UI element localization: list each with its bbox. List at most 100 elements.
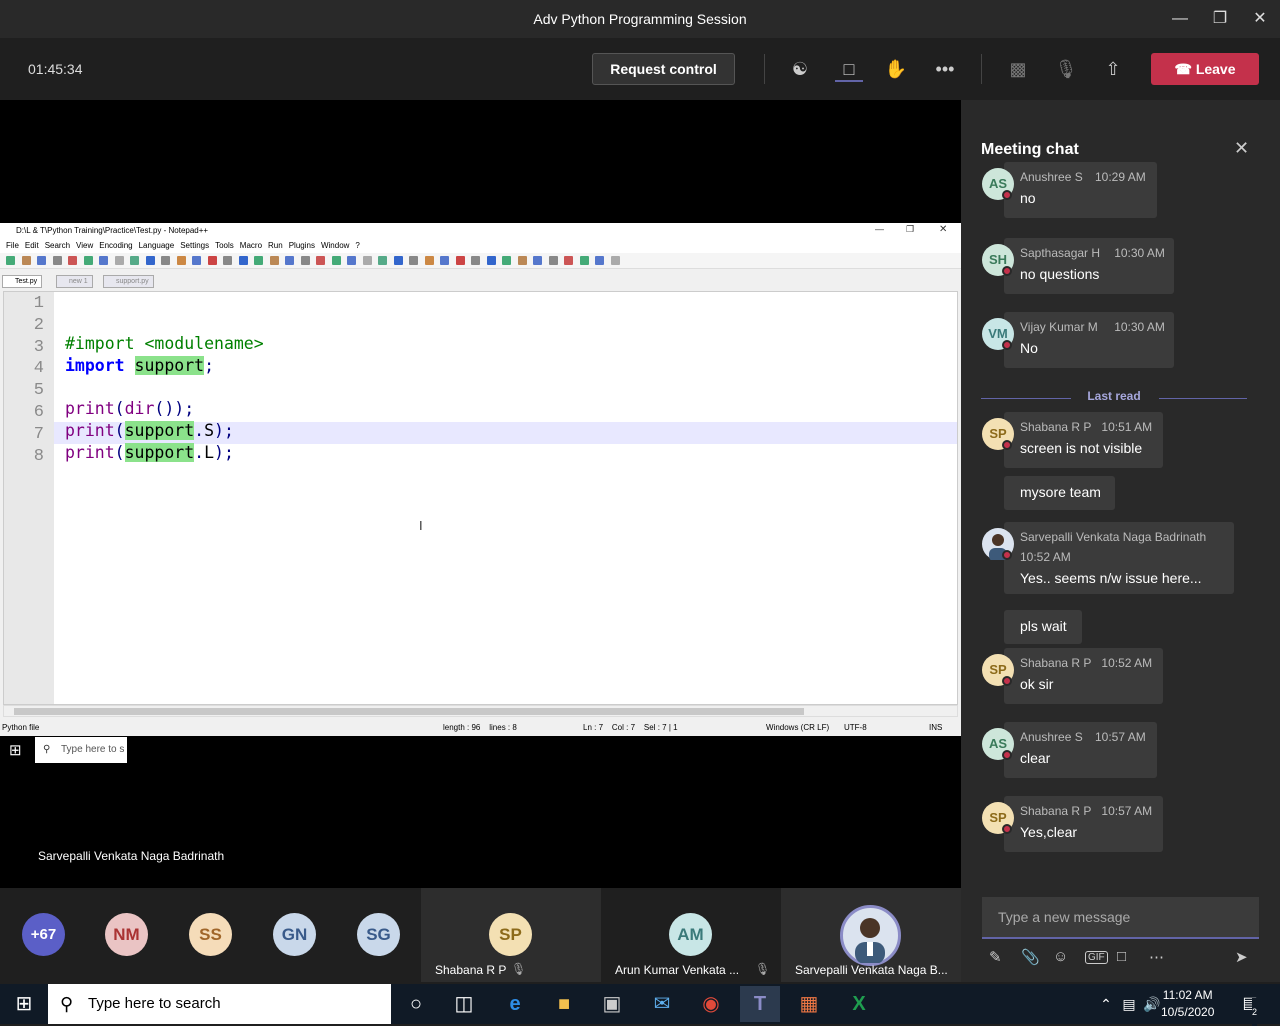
code-editor[interactable]: 1 2345 6 78 #import <modulename> import supp… xyxy=(3,291,958,705)
excel-icon[interactable]: X xyxy=(845,990,873,1018)
menu-item[interactable]: Macro xyxy=(240,241,262,250)
notifications-icon[interactable]: ▤ 2 xyxy=(1236,990,1264,1026)
emoji-icon[interactable]: ☺ xyxy=(1053,948,1068,965)
toolbar-button-icon[interactable] xyxy=(37,256,46,265)
avatar[interactable]: NM xyxy=(105,913,148,956)
toolbar-button-icon[interactable] xyxy=(440,256,449,265)
toolbar-button-icon[interactable] xyxy=(610,256,620,265)
teams-icon[interactable]: T xyxy=(740,986,780,1022)
menu-item[interactable]: Plugins xyxy=(289,241,315,250)
toolbar-button-icon[interactable] xyxy=(238,256,248,265)
toolbar-button-icon[interactable] xyxy=(6,256,15,265)
menu-item[interactable]: View xyxy=(76,241,93,250)
raise-hand-icon[interactable]: ✋ xyxy=(882,56,910,82)
chrome-icon[interactable]: ◉ xyxy=(697,990,725,1018)
tab-support-py[interactable]: support.py xyxy=(103,275,154,288)
toolbar-button-icon[interactable] xyxy=(455,256,465,265)
leave-button[interactable]: ☎ Leave xyxy=(1151,53,1259,85)
message-input[interactable]: Type a new message xyxy=(982,897,1259,939)
menu-item[interactable]: Edit xyxy=(25,241,39,250)
file-explorer-icon[interactable]: ■ xyxy=(550,990,578,1018)
participant-card[interactable]: SP Shabana R P 🎙 xyxy=(421,888,601,982)
cortana-icon[interactable]: ○ xyxy=(402,990,430,1018)
taskbar-clock[interactable]: 11:02 AM 10/5/2020 xyxy=(1161,987,1214,1021)
avatar[interactable]: SS xyxy=(189,913,232,956)
toolbar-button-icon[interactable] xyxy=(424,256,434,265)
gif-icon[interactable]: GIF xyxy=(1085,951,1108,964)
toolbar-button-icon[interactable] xyxy=(331,256,341,265)
avatar[interactable]: GN xyxy=(273,913,316,956)
toolbar-button-icon[interactable] xyxy=(130,256,139,265)
menu-item[interactable]: Window xyxy=(321,241,349,250)
menu-item[interactable]: Encoding xyxy=(99,241,132,250)
toolbar-button-icon[interactable] xyxy=(316,256,325,265)
tab-test-py[interactable]: Test.py xyxy=(2,275,43,288)
participants-icon[interactable]: ☯ xyxy=(786,56,814,82)
toolbar-button-icon[interactable] xyxy=(68,256,77,265)
maximize-icon[interactable]: ❐ xyxy=(1208,8,1232,30)
toolbar-button-icon[interactable] xyxy=(207,256,217,265)
toolbar-button-icon[interactable] xyxy=(114,256,124,265)
send-icon[interactable]: ➤ xyxy=(1235,948,1248,966)
camera-off-icon[interactable]: ▩ xyxy=(1004,56,1032,82)
toolbar-button-icon[interactable] xyxy=(176,256,186,265)
participants-overflow[interactable]: +67 xyxy=(22,913,65,956)
toolbar-button-icon[interactable] xyxy=(502,256,511,265)
menu-item[interactable]: Search xyxy=(45,241,70,250)
sticker-icon[interactable]: □ xyxy=(1117,948,1126,965)
attach-icon[interactable]: 📎 xyxy=(1021,948,1040,966)
toolbar-button-icon[interactable] xyxy=(285,256,294,265)
toolbar-button-icon[interactable] xyxy=(517,256,527,265)
store-icon[interactable]: ▣ xyxy=(598,990,626,1018)
edge-icon[interactable]: e xyxy=(501,990,529,1018)
menu-item[interactable]: Run xyxy=(268,241,283,250)
menu-item[interactable]: Tools xyxy=(215,241,234,250)
mic-off-icon[interactable]: 🎙 xyxy=(1052,56,1080,82)
toolbar-button-icon[interactable] xyxy=(533,256,542,265)
toolbar-button-icon[interactable] xyxy=(269,256,279,265)
toolbar-button-icon[interactable] xyxy=(393,256,403,265)
toolbar-button-icon[interactable] xyxy=(378,256,387,265)
chat-icon[interactable]: □ xyxy=(835,56,863,82)
toolbar-button-icon[interactable] xyxy=(161,256,170,265)
more-icon[interactable]: ⋯ xyxy=(1149,948,1164,966)
more-options-icon[interactable]: ••• xyxy=(931,56,959,82)
toolbar-button-icon[interactable] xyxy=(21,256,31,265)
toolbar-button-icon[interactable] xyxy=(548,256,558,265)
menu-item[interactable]: Settings xyxy=(180,241,209,250)
share-screen-icon[interactable]: ⇧ xyxy=(1099,56,1127,82)
toolbar-button-icon[interactable] xyxy=(579,256,589,265)
menu-item[interactable]: File xyxy=(6,241,19,250)
toolbar-button-icon[interactable] xyxy=(409,256,418,265)
participant-card[interactable]: AM Arun Kumar Venkata ... 🎙 xyxy=(601,888,781,982)
toolbar-button-icon[interactable] xyxy=(223,256,232,265)
notepad-restore-icon[interactable]: ❐ xyxy=(906,224,914,235)
mail-icon[interactable]: ✉ xyxy=(648,990,676,1018)
request-control-button[interactable]: Request control xyxy=(592,53,735,85)
toolbar-button-icon[interactable] xyxy=(564,256,573,265)
toolbar-button-icon[interactable] xyxy=(486,256,496,265)
avatar[interactable]: SG xyxy=(357,913,400,956)
notepad-minimize-icon[interactable]: — xyxy=(875,224,884,234)
taskbar-search[interactable]: ⚲ Type here to search xyxy=(48,984,391,1024)
toolbar-button-icon[interactable] xyxy=(595,256,604,265)
notepad-close-icon[interactable]: ✕ xyxy=(939,224,947,235)
toolbar-button-icon[interactable] xyxy=(254,256,263,265)
close-icon[interactable]: ✕ xyxy=(1234,138,1249,159)
menu-item[interactable]: Language xyxy=(139,241,175,250)
toolbar-button-icon[interactable] xyxy=(300,256,310,265)
toolbar-button-icon[interactable] xyxy=(83,256,93,265)
minimize-icon[interactable]: — xyxy=(1168,8,1192,30)
toolbar-button-icon[interactable] xyxy=(347,256,356,265)
task-view-icon[interactable]: ◫ xyxy=(450,990,478,1018)
tab-new-1[interactable]: new 1 xyxy=(56,275,93,288)
toolbar-button-icon[interactable] xyxy=(99,256,108,265)
toolbar-button-icon[interactable] xyxy=(192,256,201,265)
toolbar-button-icon[interactable] xyxy=(52,256,62,265)
toolbar-button-icon[interactable] xyxy=(362,256,372,265)
toolbar-button-icon[interactable] xyxy=(145,256,155,265)
windows-start-icon[interactable]: ⊞ xyxy=(10,990,38,1018)
horizontal-scrollbar[interactable] xyxy=(3,705,958,717)
scroll-thumb[interactable] xyxy=(14,708,804,715)
format-icon[interactable]: ✎ xyxy=(989,948,1002,966)
